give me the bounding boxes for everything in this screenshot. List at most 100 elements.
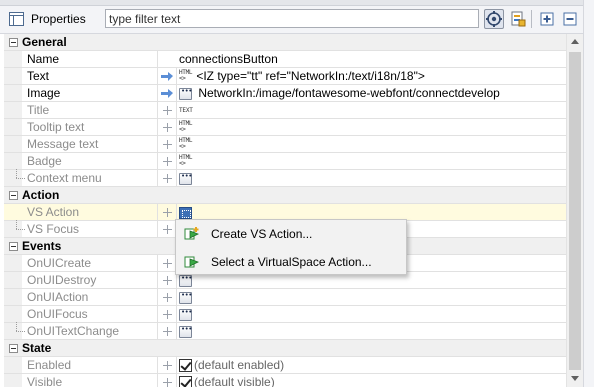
property-row-enabled[interactable]: Enabled (default enabled): [4, 357, 566, 374]
browse-button[interactable]: [179, 274, 192, 287]
property-value-container[interactable]: [179, 205, 192, 219]
property-row-visible[interactable]: Visible (default visible): [4, 374, 566, 387]
add-link-icon[interactable]: [159, 204, 177, 220]
property-value-container[interactable]: HTML <>: [179, 137, 193, 152]
property-row-title[interactable]: Title TEXT: [4, 102, 566, 119]
show-advanced-button[interactable]: [484, 9, 504, 29]
tree-line: [16, 220, 17, 229]
property-row-text[interactable]: Text HTML <> <IZ type="tt" ref="NetworkIn…: [4, 68, 566, 85]
property-value-container[interactable]: HTML <>: [179, 120, 193, 135]
property-value[interactable]: connectionsButton: [179, 52, 278, 66]
category-label: Action: [22, 188, 60, 202]
category-label: State: [22, 341, 52, 355]
property-row-on-ui-focus[interactable]: OnUIFocus: [4, 306, 566, 323]
tree-line: [16, 169, 17, 178]
property-value-container[interactable]: TEXT: [179, 103, 193, 117]
tree-line: [16, 229, 25, 230]
property-value-container[interactable]: (default visible): [179, 375, 275, 387]
property-value-container[interactable]: NetworkIn:/image/fontawesome-webfont/con…: [179, 86, 500, 100]
property-row-image[interactable]: Image NetworkIn:/image/fontawesome-webfo…: [4, 85, 566, 102]
property-row-tooltip[interactable]: Tooltip text HTML <>: [4, 119, 566, 136]
property-label: VS Action: [27, 205, 80, 219]
window-edge: [583, 0, 594, 387]
menu-item-label: Select a VirtualSpace Action...: [211, 255, 372, 269]
property-label: OnUICreate: [27, 256, 92, 270]
vertical-scrollbar[interactable]: [566, 34, 583, 387]
add-link-icon[interactable]: [159, 289, 177, 305]
property-label: Name: [27, 52, 60, 66]
property-label: OnUIDestroy: [27, 273, 97, 287]
property-value-container[interactable]: (default enabled): [179, 358, 284, 373]
category-label: Events: [22, 239, 62, 253]
collapse-toggle-icon[interactable]: [9, 242, 18, 251]
add-link-icon[interactable]: [159, 374, 177, 387]
collapse-toggle-icon[interactable]: [9, 344, 18, 353]
expand-all-icon: [540, 12, 554, 26]
property-label: OnUIAction: [27, 290, 89, 304]
html-type-icon: HTML <>: [179, 119, 193, 133]
property-grid: General Name connectionsButton Text HTML…: [4, 34, 566, 387]
scroll-thumb[interactable]: [569, 52, 581, 370]
property-label: Badge: [27, 154, 62, 168]
add-link-icon[interactable]: [159, 170, 177, 186]
show-events-button[interactable]: [508, 9, 528, 29]
show-events-icon: [511, 11, 526, 27]
add-link-icon[interactable]: [159, 102, 177, 118]
property-label: OnUITextChange: [27, 324, 120, 338]
filter-input[interactable]: [105, 9, 479, 28]
add-link-icon[interactable]: [159, 136, 177, 152]
property-value-container[interactable]: HTML <> <IZ type="tt" ref="NetworkIn:/tex…: [179, 69, 425, 84]
enabled-checkbox[interactable]: [179, 359, 192, 373]
category-action[interactable]: Action: [4, 187, 566, 204]
linked-arrow-icon[interactable]: [159, 85, 177, 101]
linked-arrow-icon[interactable]: [159, 68, 177, 84]
collapse-toggle-icon[interactable]: [9, 38, 18, 47]
property-value-container[interactable]: [179, 307, 192, 321]
visible-checkbox[interactable]: [179, 376, 192, 387]
vs-action-icon[interactable]: [179, 206, 192, 219]
property-row-name[interactable]: Name connectionsButton: [4, 51, 566, 68]
menu-item-create-vs-action[interactable]: Create VS Action...: [177, 221, 406, 247]
property-value-container[interactable]: HTML <>: [179, 154, 193, 169]
property-label: OnUIFocus: [27, 307, 88, 321]
property-value-container[interactable]: [179, 290, 192, 304]
select-action-icon: [184, 256, 199, 268]
browse-button[interactable]: [179, 325, 192, 338]
browse-button[interactable]: [179, 87, 192, 100]
category-general[interactable]: General: [4, 34, 566, 51]
scroll-up-icon[interactable]: [571, 39, 579, 44]
category-label: General: [22, 35, 67, 49]
add-link-icon[interactable]: [159, 306, 177, 322]
browse-button[interactable]: [179, 291, 192, 304]
property-row-on-ui-action[interactable]: OnUIAction: [4, 289, 566, 306]
toolbar-separator: [531, 10, 532, 28]
property-row-on-ui-text-change[interactable]: OnUITextChange: [4, 322, 566, 340]
tree-line: [16, 178, 25, 179]
collapse-toggle-icon[interactable]: [9, 191, 18, 200]
property-value-container[interactable]: [179, 171, 192, 185]
property-row-context-menu[interactable]: Context menu: [4, 169, 566, 187]
property-value-container[interactable]: [179, 324, 192, 338]
text-type-icon: TEXT: [179, 107, 193, 115]
category-state[interactable]: State: [4, 340, 566, 357]
property-value-container[interactable]: [179, 273, 192, 287]
property-row-badge[interactable]: Badge HTML <>: [4, 153, 566, 170]
scroll-down-icon[interactable]: [571, 376, 579, 381]
properties-header: Properties: [0, 0, 594, 34]
menu-item-select-virtualspace-action[interactable]: Select a VirtualSpace Action...: [177, 249, 406, 275]
create-action-icon: [184, 227, 199, 240]
browse-button[interactable]: [179, 172, 192, 185]
property-label: Visible: [27, 375, 63, 387]
property-label: Title: [27, 103, 50, 117]
add-link-icon[interactable]: [159, 357, 177, 373]
html-type-icon: HTML <>: [179, 68, 193, 82]
add-link-icon[interactable]: [159, 323, 177, 339]
show-advanced-icon: [486, 11, 502, 27]
browse-button[interactable]: [179, 308, 192, 321]
add-link-icon[interactable]: [159, 119, 177, 135]
collapse-all-button[interactable]: [560, 9, 580, 29]
expand-all-button[interactable]: [537, 9, 557, 29]
property-row-message[interactable]: Message text HTML <>: [4, 136, 566, 153]
property-value: NetworkIn:/image/fontawesome-webfont/con…: [198, 86, 500, 100]
add-link-icon[interactable]: [159, 153, 177, 169]
